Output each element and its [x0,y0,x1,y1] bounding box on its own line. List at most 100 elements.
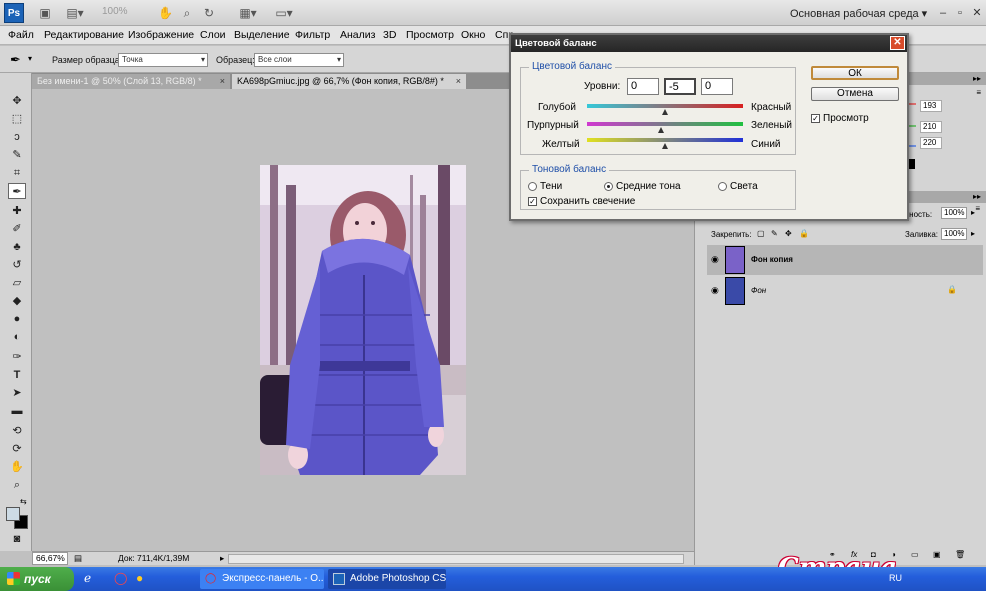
dodge-tool-icon[interactable]: ◐ [8,329,26,345]
clone-stamp-tool-icon[interactable]: ♣ [8,239,26,255]
close-button[interactable]: ✕ [970,6,984,20]
zoom-input[interactable]: 66,67% [32,552,68,565]
slider-magenta-green-track[interactable] [587,122,743,126]
screen-mode-icon[interactable]: ▭▾ [272,5,296,21]
path-selection-tool-icon[interactable]: ➤ [8,385,26,401]
yandex-icon[interactable]: ● [136,571,143,585]
crop-tool-icon[interactable]: ⌗ [8,165,26,181]
start-button[interactable]: пуск [0,567,74,591]
sample-layers-select[interactable]: Все слои [254,53,344,67]
minimize-button[interactable]: – [936,6,950,20]
level-cyan-red-input[interactable]: 0 [627,78,659,95]
horizontal-scrollbar[interactable] [228,554,684,564]
tab-untitled-1[interactable]: Без имени-1 @ 50% (Слой 13, RGB/8) * × [32,74,230,89]
panel-collapse-icon[interactable]: ▸▸ [973,74,981,83]
opacity-dropdown-icon[interactable]: ▸ [971,208,975,217]
sample-size-select[interactable]: Точка [118,53,208,67]
color-swatch-black[interactable] [909,159,915,169]
paint-bucket-tool-icon[interactable]: ◆ [8,293,26,309]
radio-shadows-label[interactable]: Тени [540,181,562,192]
menu-layers[interactable]: Слои [200,29,226,41]
preserve-luminosity-checkbox[interactable]: ✓ [528,197,537,206]
marquee-tool-icon[interactable]: ⬚ [8,111,26,127]
ok-button[interactable]: ОК [811,66,899,80]
green-value-field[interactable]: 210 [920,121,942,133]
slider-cyan-red-track[interactable] [587,104,743,108]
quick-selection-tool-icon[interactable]: ✎ [8,147,26,163]
rotate-view-icon[interactable]: ↻ [202,5,216,21]
lock-position-icon[interactable]: ✥ [785,229,792,238]
opera-icon[interactable]: ◯ [114,571,127,585]
healing-brush-tool-icon[interactable]: ✚ [8,203,26,219]
tab-ka698pgmiuc[interactable]: KA698pGmiuc.jpg @ 66,7% (Фон копия, RGB/… [232,74,466,89]
swap-colors-icon[interactable]: ⇆ [20,497,27,506]
zoom-tool-icon[interactable]: ⌕ [8,477,26,493]
layer-row-background[interactable]: ◉ Фон 🔒 [707,276,983,306]
slider-yellow-blue-track[interactable] [587,138,743,142]
eye-icon[interactable]: ◉ [711,254,719,265]
zoom-level-display[interactable]: 100% [102,6,128,17]
brush-tool-icon[interactable]: ✐ [8,221,26,237]
fill-dropdown-icon[interactable]: ▸ [971,229,975,238]
rectangle-tool-icon[interactable]: ▬ [8,403,26,419]
restore-button[interactable]: ▫ [953,6,967,20]
taskbar-opera-window[interactable]: ◯ Экспресс-панель - О... [200,569,324,589]
status-menu-arrow-icon[interactable]: ▸ [220,553,224,564]
cancel-button[interactable]: Отмена [811,87,899,101]
fill-field[interactable]: 100% [941,228,967,240]
close-icon[interactable]: × [220,74,225,88]
arrange-documents-icon[interactable]: ▦▾ [236,5,260,21]
hand-tool-icon[interactable]: ✋ [8,459,26,475]
status-info-icon[interactable]: ▤ [74,553,82,564]
slider-cyan-red-thumb[interactable] [662,109,668,115]
slider-yellow-blue-thumb[interactable] [662,143,668,149]
lock-transparent-icon[interactable]: ▢ [757,229,765,238]
opacity-field[interactable]: 100% [941,207,967,219]
dialog-close-button[interactable]: ✕ [890,36,905,50]
lasso-tool-icon[interactable]: ↄ [8,129,26,145]
menu-file[interactable]: Файл [8,29,34,41]
language-indicator[interactable]: RU [889,573,902,583]
menu-image[interactable]: Изображение [128,29,194,41]
close-icon[interactable]: × [456,74,461,88]
preset-dropdown-arrow-icon[interactable]: ▾ [28,54,32,63]
foreground-color-swatch[interactable] [6,507,20,521]
eyedropper-tool-icon[interactable]: ✒ [8,183,26,199]
panel-menu-icon[interactable]: ≡ [976,88,981,97]
menu-view[interactable]: Просмотр [406,29,454,41]
preserve-luminosity-label[interactable]: Сохранить свечение [540,196,635,207]
3d-rotate-tool-icon[interactable]: ⟲ [8,423,26,439]
lock-all-icon[interactable]: 🔒 [799,229,809,238]
eyedropper-preset-icon[interactable]: ✒ [10,52,21,68]
bridge-icon[interactable]: ▣ [38,5,52,21]
3d-orbit-tool-icon[interactable]: ⟳ [8,441,26,457]
eraser-tool-icon[interactable]: ▱ [8,275,26,291]
preview-checkbox[interactable]: ✓ [811,114,820,123]
level-yellow-blue-input[interactable]: 0 [701,78,733,95]
menu-edit[interactable]: Редактирование [44,29,124,41]
taskbar-photoshop-window[interactable]: Adobe Photoshop CS... [328,569,446,589]
pen-tool-icon[interactable]: ✑ [8,349,26,365]
red-value-field[interactable]: 193 [920,100,942,112]
panel-collapse-icon[interactable]: ▸▸ [973,192,981,201]
radio-shadows[interactable] [528,182,537,191]
radio-highlights[interactable] [718,182,727,191]
layer-name[interactable]: Фон [751,286,766,295]
layer-row-background-copy[interactable]: ◉ Фон копия [707,245,983,275]
blur-tool-icon[interactable]: ● [8,311,26,327]
menu-select[interactable]: Выделение [234,29,290,41]
eye-icon[interactable]: ◉ [711,285,719,296]
menu-3d[interactable]: 3D [383,29,396,41]
move-tool-icon[interactable]: ✥ [8,93,26,109]
menu-analysis[interactable]: Анализ [340,29,375,41]
type-tool-icon[interactable]: T [8,367,26,383]
zoom-tool-icon[interactable]: ⌕ [180,5,194,21]
lock-image-icon[interactable]: ✎ [771,229,778,238]
history-brush-tool-icon[interactable]: ↺ [8,257,26,273]
layer-name[interactable]: Фон копия [751,255,793,264]
blue-value-field[interactable]: 220 [920,137,942,149]
level-magenta-green-input[interactable]: -5 [664,78,696,95]
workspace-switcher[interactable]: Основная рабочая среда ▾ [790,7,927,20]
document-image[interactable] [260,165,466,475]
menu-filter[interactable]: Фильтр [295,29,330,41]
